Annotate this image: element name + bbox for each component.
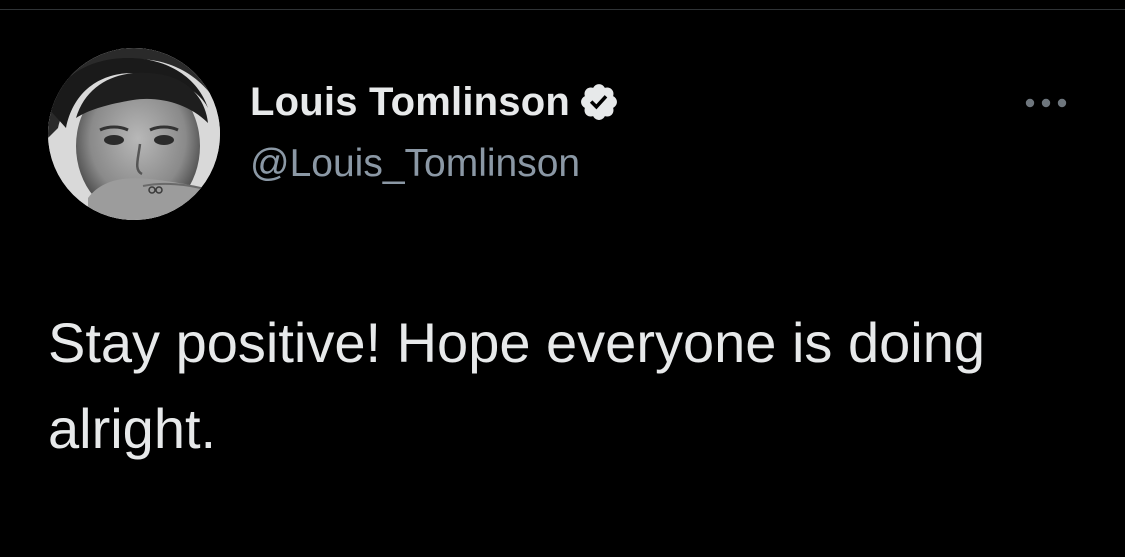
ellipsis-icon (1025, 98, 1067, 108)
author-display-name[interactable]: Louis Tomlinson (250, 80, 570, 125)
author-handle[interactable]: @Louis_Tomlinson (250, 142, 580, 186)
tweet-text: Stay positive! Hope everyone is doing al… (48, 311, 985, 460)
tweet: Louis Tomlinson @Louis_Tomlinson Stay po… (0, 0, 1125, 557)
profile-photo (48, 48, 220, 220)
more-options-button[interactable] (1016, 86, 1076, 120)
author-name-row: Louis Tomlinson (250, 78, 620, 126)
verified-badge-icon (578, 81, 620, 123)
avatar[interactable] (48, 48, 220, 220)
